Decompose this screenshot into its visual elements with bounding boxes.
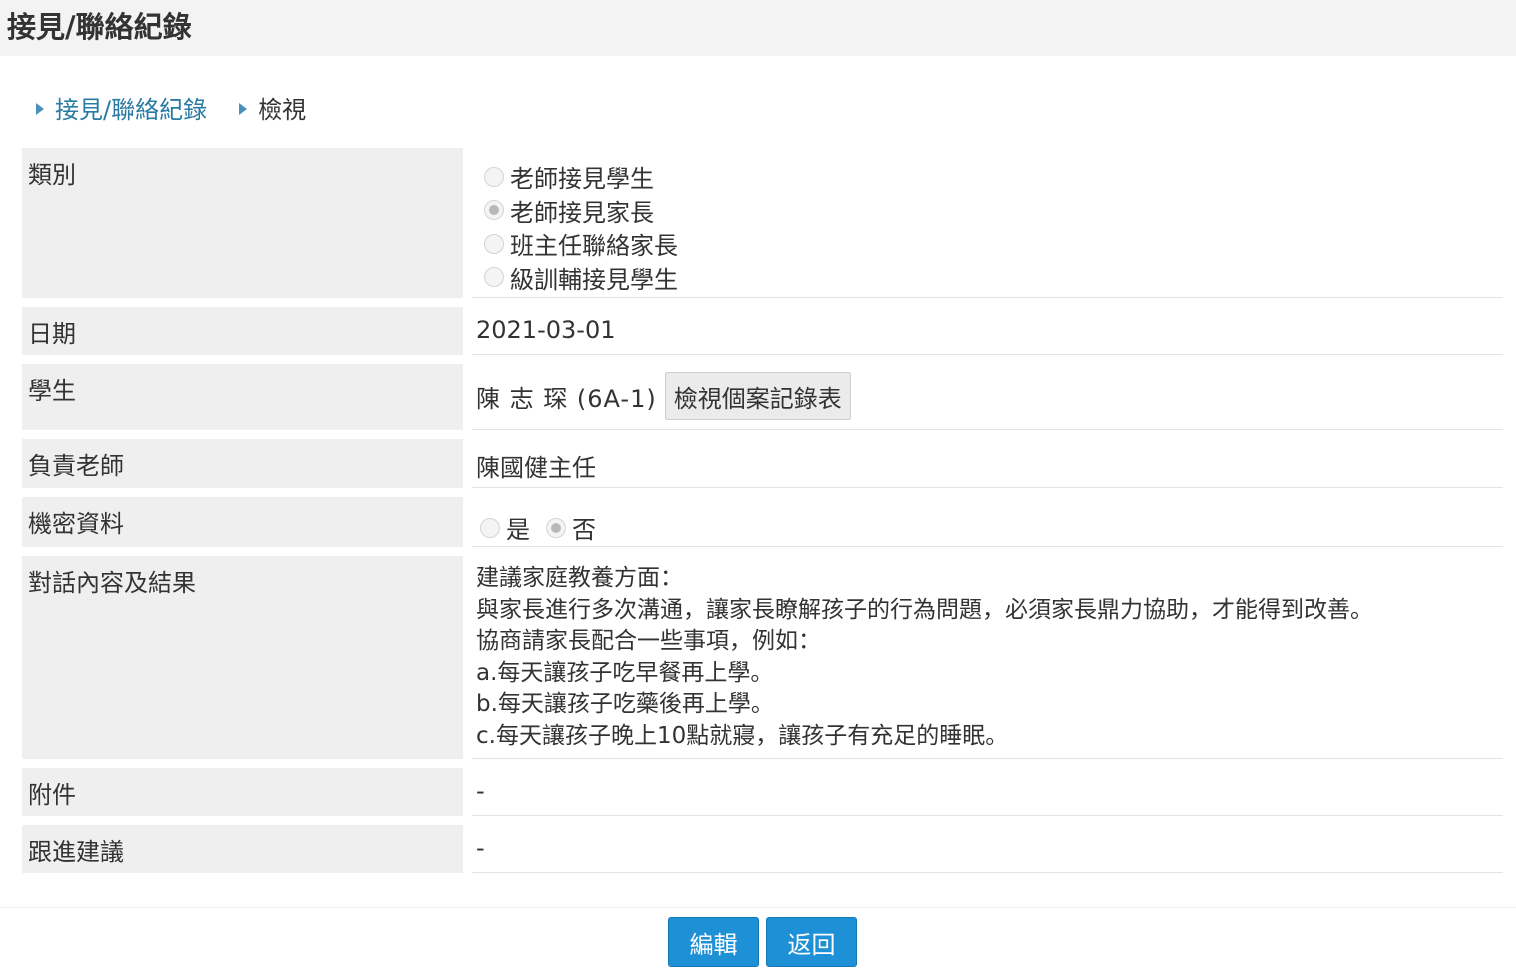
teacher-label: 負責老師 <box>22 439 463 488</box>
edit-button[interactable]: 編輯 <box>668 917 759 967</box>
row-student: 學生 陳 志 琛 (6A-1) 檢視個案記錄表 <box>22 364 1503 430</box>
type-option-discipline-student: 級訓輔接見學生 <box>476 261 1503 295</box>
content-line: a.每天讓孩子吃早餐再上學。 <box>476 659 774 686</box>
teacher-value: 陳國健主任 <box>472 439 1503 488</box>
row-content: 對話內容及結果 建議家庭教養方面： 與家長進行多次溝通，讓家長瞭解孩子的行為問題… <box>22 556 1503 759</box>
row-teacher: 負責老師 陳國健主任 <box>22 439 1503 488</box>
breadcrumb-link-records[interactable]: 接見/聯絡紀錄 <box>55 90 207 125</box>
content-line: b.每天讓孩子吃藥後再上學。 <box>476 691 774 717</box>
radio-button-checked <box>546 517 566 538</box>
row-type: 類別 老師接見學生 老師接見家長 班主任聯絡家長 級訓輔接見學生 <box>22 148 1503 298</box>
radio-button <box>484 166 504 187</box>
type-option-teacher-parent: 老師接見家長 <box>476 194 1503 228</box>
caret-right-icon <box>239 102 248 115</box>
date-value: 2021-03-01 <box>472 307 1503 355</box>
radio-label: 否 <box>572 516 596 544</box>
content-line: 建議家庭教養方面： <box>476 565 683 591</box>
confidential-label: 機密資料 <box>22 497 463 547</box>
date-label: 日期 <box>22 307 463 355</box>
confidential-radio-group: 是 否 <box>472 506 1503 545</box>
attachment-value: - <box>472 768 1503 816</box>
type-radio-group: 老師接見學生 老師接見家長 班主任聯絡家長 級訓輔接見學生 <box>476 157 1503 294</box>
row-date: 日期 2021-03-01 <box>22 307 1503 355</box>
radio-button-checked <box>484 200 504 221</box>
radio-label: 級訓輔接見學生 <box>510 265 678 294</box>
content-line: c.每天讓孩子晚上10點就寢，讓孩子有充足的睡眠。 <box>476 722 1009 749</box>
radio-label: 班主任聯絡家長 <box>510 232 678 261</box>
confidential-option-yes: 是 <box>480 510 530 545</box>
footer-divider <box>0 907 1516 908</box>
breadcrumb-current-view: 檢視 <box>258 95 307 124</box>
radio-label: 老師接見學生 <box>510 165 654 194</box>
breadcrumb-item-records[interactable]: 接見/聯絡紀錄 <box>36 90 207 125</box>
radio-button <box>484 267 504 288</box>
action-buttons: 編輯 返回 <box>668 917 857 967</box>
type-label: 類別 <box>22 148 463 298</box>
title-bar: 接見/聯絡紀錄 <box>0 0 1516 56</box>
breadcrumb: 接見/聯絡紀錄 檢視 <box>36 90 306 124</box>
content-line: 與家長進行多次溝通，讓家長瞭解孩子的行為問題，必須家長鼎力協助，才能得到改善。 <box>476 596 1373 623</box>
type-option-teacher-student: 老師接見學生 <box>476 160 1503 194</box>
view-case-record-button[interactable]: 檢視個案記錄表 <box>664 372 851 420</box>
back-button[interactable]: 返回 <box>766 917 857 967</box>
type-option-class-teacher-parent: 班主任聯絡家長 <box>476 227 1503 261</box>
caret-right-icon <box>36 102 44 115</box>
student-value: 陳 志 琛 (6A-1) 檢視個案記錄表 <box>472 364 1503 430</box>
content-label: 對話內容及結果 <box>22 556 463 759</box>
confidential-value: 是 否 <box>472 497 1503 547</box>
radio-button <box>484 233 504 254</box>
row-followup: 跟進建議 - <box>22 825 1503 873</box>
breadcrumb-item-view: 檢視 <box>239 90 306 125</box>
page-title: 接見/聯絡紀錄 <box>7 10 192 44</box>
followup-value: - <box>472 825 1503 873</box>
radio-button <box>480 517 500 538</box>
type-value: 老師接見學生 老師接見家長 班主任聯絡家長 級訓輔接見學生 <box>472 148 1503 298</box>
row-confidential: 機密資料 是 否 <box>22 497 1503 547</box>
content-value: 建議家庭教養方面： 與家長進行多次溝通，讓家長瞭解孩子的行為問題，必須家長鼎力協… <box>472 556 1503 759</box>
record-detail-table: 類別 老師接見學生 老師接見家長 班主任聯絡家長 級訓輔接見學生 日期 2021… <box>22 148 1503 882</box>
radio-label: 是 <box>506 516 530 544</box>
row-attachment: 附件 - <box>22 768 1503 816</box>
student-label: 學生 <box>22 364 463 430</box>
attachment-label: 附件 <box>22 768 463 816</box>
student-name: 陳 志 琛 (6A-1) <box>476 384 657 413</box>
confidential-option-no: 否 <box>546 510 596 545</box>
radio-label: 老師接見家長 <box>510 198 654 227</box>
followup-label: 跟進建議 <box>22 825 463 873</box>
content-line: 協商請家長配合一些事項，例如： <box>476 628 821 654</box>
